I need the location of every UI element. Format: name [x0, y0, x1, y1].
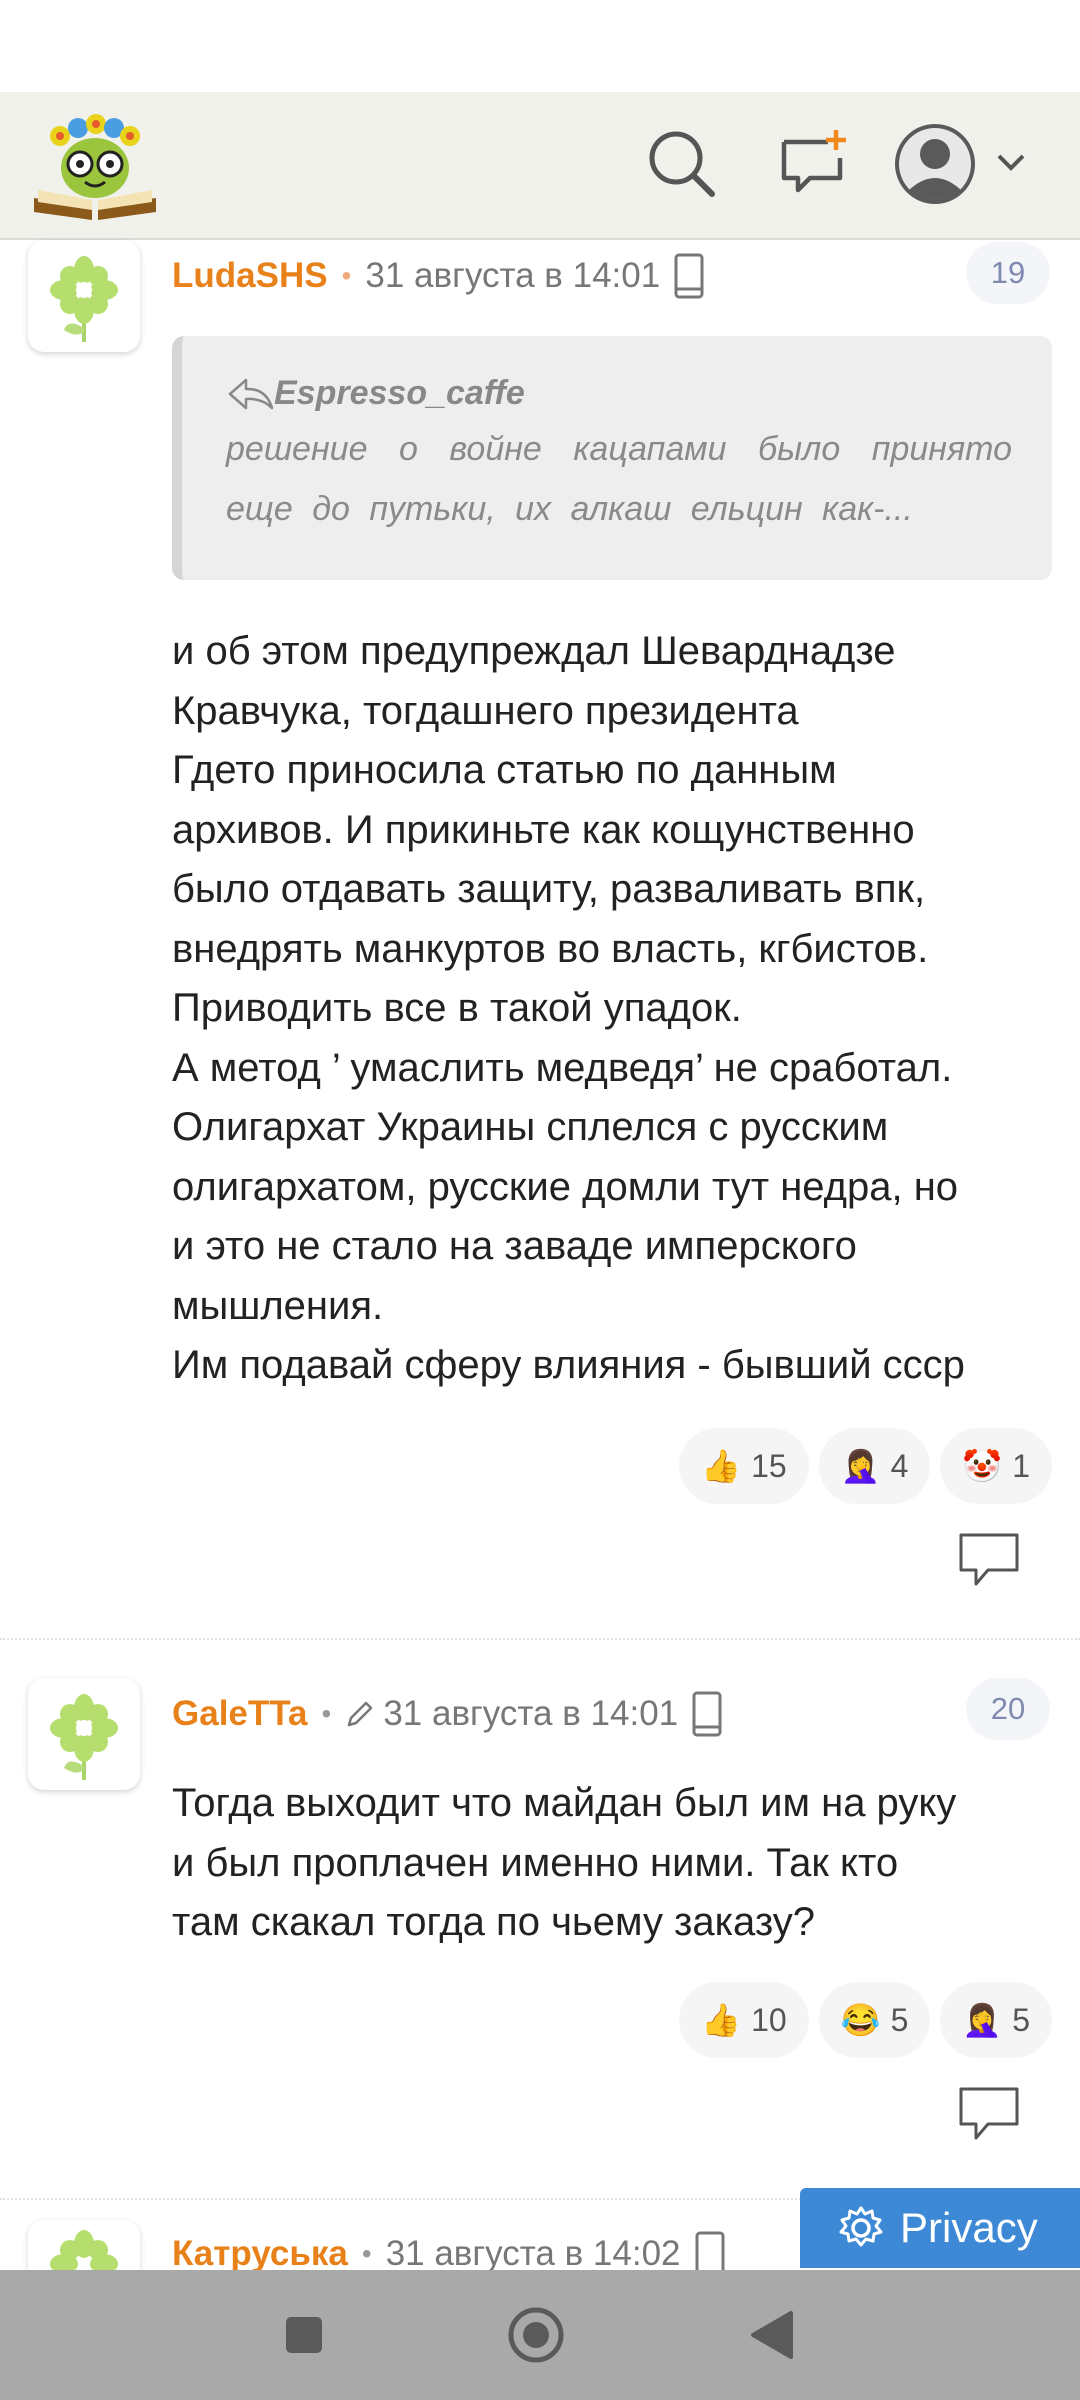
- flower-avatar-icon: [50, 2230, 118, 2270]
- avatar[interactable]: [28, 2220, 140, 2270]
- comment-meta: GaleTTa • 31 августа в 14:01: [172, 1684, 722, 1744]
- back-triangle-icon: [751, 2311, 793, 2359]
- comment-divider: [0, 1638, 1080, 1640]
- comment-number-badge[interactable]: 19: [966, 242, 1050, 304]
- reaction-emoji: 🤡: [962, 1448, 1003, 1484]
- reaction-emoji: 😂: [840, 2002, 881, 2038]
- reply-button[interactable]: [958, 2086, 1020, 2142]
- reactions-bar: 👍 10 😂 5 🤦‍♀️ 5: [679, 1982, 1052, 2058]
- reply-arrow-icon: [228, 378, 274, 409]
- quote-text: решение о войне кацапами было принято ещ…: [226, 430, 1012, 528]
- reaction-like[interactable]: 👍 10: [679, 1982, 809, 2058]
- comment-body: и об этом предупреждал Шеварднадзе Кравч…: [172, 629, 965, 1387]
- reactions-bar: 👍 15 🤦‍♀️ 4 🤡 1: [679, 1428, 1052, 1504]
- mobile-device-icon: [674, 253, 704, 299]
- user-avatar-icon: [895, 124, 1025, 204]
- logo-icon: [34, 114, 156, 220]
- avatar[interactable]: [28, 1678, 140, 1790]
- separator-dot: •: [361, 2238, 372, 2269]
- reaction-facepalm[interactable]: 🤦‍♀️ 4: [818, 1428, 931, 1504]
- status-bar: [0, 0, 1080, 92]
- site-logo[interactable]: [30, 106, 160, 222]
- comment-date[interactable]: 31 августа в 14:01: [365, 256, 660, 296]
- speech-bubble-icon: [959, 1533, 1019, 1586]
- recents-button[interactable]: [264, 2298, 344, 2372]
- reaction-emoji: 👍: [701, 1448, 742, 1484]
- reaction-clown[interactable]: 🤡 1: [940, 1428, 1052, 1504]
- reaction-emoji: 👍: [701, 2002, 742, 2038]
- comment-date[interactable]: 31 августа в 14:02: [386, 2234, 681, 2274]
- quote-author: Espresso_caffe: [274, 374, 525, 412]
- new-message-button[interactable]: [772, 122, 856, 206]
- reaction-count: 15: [751, 1447, 787, 1484]
- avatar[interactable]: [28, 240, 140, 352]
- reaction-count: 5: [1012, 2001, 1030, 2038]
- reaction-facepalm[interactable]: 🤦‍♀️ 5: [940, 1982, 1052, 2058]
- circle-icon: [508, 2307, 564, 2363]
- separator-dot: •: [341, 260, 352, 291]
- reaction-count: 1: [1012, 1447, 1030, 1484]
- search-icon: [649, 131, 715, 197]
- back-button[interactable]: [732, 2298, 812, 2372]
- user-menu-button[interactable]: [895, 122, 1045, 206]
- flower-avatar-icon: [50, 1694, 118, 1780]
- speech-bubble-icon: [959, 2087, 1019, 2140]
- square-icon: [286, 2317, 322, 2353]
- search-button[interactable]: [640, 122, 724, 206]
- app-header: [0, 92, 1080, 240]
- comment-date[interactable]: 31 августа в 14:01: [383, 1694, 678, 1734]
- comment-body: Тогда выходит что майдан был им на руку …: [172, 1781, 957, 1944]
- separator-dot: •: [321, 1698, 332, 1729]
- reaction-like[interactable]: 👍 15: [679, 1428, 809, 1504]
- reaction-emoji: 🤦‍♀️: [840, 1448, 881, 1484]
- privacy-label: Privacy: [900, 2204, 1038, 2251]
- reaction-laugh[interactable]: 😂 5: [818, 1982, 931, 2058]
- author-name[interactable]: LudaSHS: [172, 256, 328, 296]
- reaction-count: 5: [890, 2001, 909, 2038]
- comment-meta: LudaSHS • 31 августа в 14:01: [172, 246, 704, 306]
- author-name[interactable]: Катруська: [172, 2234, 348, 2274]
- reaction-emoji: 🤦‍♀️: [962, 2002, 1003, 2038]
- mobile-device-icon: [692, 1691, 722, 1737]
- new-message-icon: [781, 130, 846, 193]
- flower-avatar-icon: [50, 256, 118, 342]
- pencil-icon: [348, 1701, 373, 1727]
- quote-header: Espresso_caffe: [226, 374, 1012, 413]
- reaction-count: 4: [890, 1447, 909, 1484]
- quoted-comment[interactable]: Espresso_caffe решение о войне кацапами …: [172, 336, 1052, 580]
- reaction-count: 10: [751, 2001, 787, 2038]
- comment-number-badge[interactable]: 20: [966, 1678, 1050, 1740]
- home-button[interactable]: [496, 2298, 576, 2372]
- reply-button[interactable]: [958, 1532, 1020, 1588]
- system-nav-bar: [0, 2270, 1080, 2400]
- chevron-down-icon: [997, 154, 1025, 171]
- author-name[interactable]: GaleTTa: [172, 1694, 308, 1734]
- privacy-button[interactable]: Privacy: [800, 2188, 1080, 2268]
- gear-icon: [839, 2206, 883, 2247]
